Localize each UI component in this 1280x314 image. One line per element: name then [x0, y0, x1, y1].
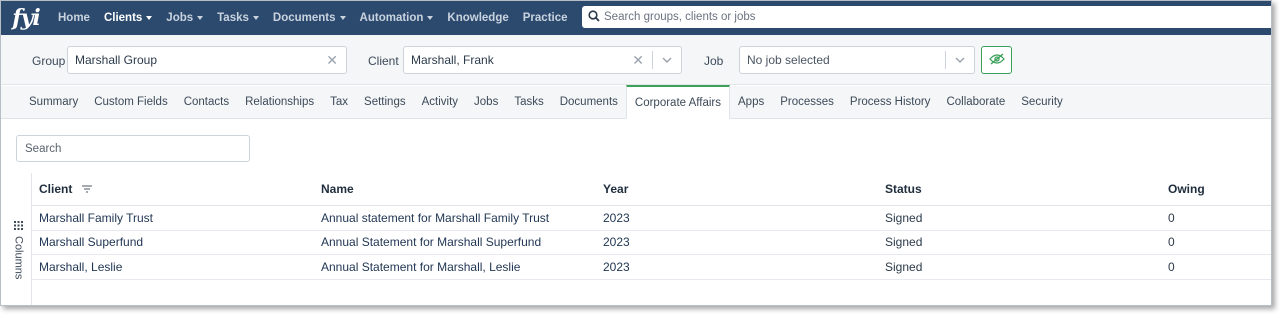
- table-row[interactable]: Marshall Family Trust Annual statement fo…: [32, 206, 1271, 231]
- cell-status: Signed: [885, 259, 923, 274]
- tab-settings[interactable]: Settings: [356, 86, 414, 118]
- caret-down-icon: [146, 16, 153, 20]
- cell-name[interactable]: Annual Statement for Marshall, Leslie: [321, 260, 520, 274]
- nav-item-label: Clients: [103, 12, 143, 24]
- group-value: Marshall Group: [75, 53, 158, 67]
- tab-tasks[interactable]: Tasks: [506, 86, 551, 118]
- nav-item-knowledge[interactable]: Knowledge: [440, 1, 515, 35]
- table-row[interactable]: Marshall Superfund Annual Statement for M…: [32, 231, 1271, 255]
- job-select[interactable]: No job selected: [739, 46, 975, 74]
- grid-icon: [14, 219, 23, 233]
- nav-item-tasks[interactable]: Tasks: [210, 1, 266, 35]
- table-body: Marshall Family Trust Annual statement fo…: [32, 206, 1271, 280]
- nav-item-jobs[interactable]: Jobs: [159, 1, 210, 35]
- client-label: Client: [368, 54, 399, 68]
- tab-contacts[interactable]: Contacts: [176, 86, 237, 118]
- job-value: No job selected: [747, 53, 830, 67]
- caret-down-icon: [197, 16, 204, 20]
- cell-client[interactable]: Marshall Superfund: [39, 235, 143, 249]
- corporate-affairs-table: Client Name Year Status Owing Marshall F…: [32, 173, 1271, 280]
- nav-item-documents[interactable]: Documents: [266, 1, 353, 35]
- header-client[interactable]: Client: [39, 182, 92, 197]
- nav-item-label: Practice: [522, 12, 568, 24]
- global-search[interactable]: [582, 6, 1271, 28]
- cell-status: Signed: [885, 235, 923, 250]
- cell-client[interactable]: Marshall, Leslie: [39, 260, 122, 274]
- chevron-down-icon[interactable]: [653, 57, 681, 63]
- tab-security[interactable]: Security: [1013, 86, 1071, 118]
- cell-year: 2023: [603, 210, 630, 225]
- tab-tax[interactable]: Tax: [322, 86, 356, 118]
- cell-year: 2023: [603, 235, 630, 250]
- tab-custom-fields[interactable]: Custom Fields: [86, 86, 176, 118]
- chevron-down-icon[interactable]: [946, 57, 974, 63]
- columns-panel-toggle[interactable]: Columns: [6, 173, 32, 305]
- nav-item-label: Knowledge: [447, 12, 509, 24]
- cell-name[interactable]: Annual statement for Marshall Family Tru…: [321, 211, 549, 225]
- tab-activity[interactable]: Activity: [414, 86, 466, 118]
- tab-summary[interactable]: Summary: [21, 86, 86, 118]
- client-value: Marshall, Frank: [411, 53, 494, 67]
- clear-client-icon[interactable]: ✕: [624, 52, 652, 69]
- caret-down-icon: [339, 16, 346, 20]
- cell-owing: 0: [1168, 210, 1175, 225]
- client-select[interactable]: Marshall, Frank ✕: [403, 46, 682, 74]
- nav-item-label: Documents: [272, 12, 336, 24]
- top-navigation-bar: fyi Home Clients Jobs Tasks Documents Automat…: [1, 1, 1271, 35]
- nav-item-label: Jobs: [166, 12, 194, 24]
- group-label: Group: [32, 54, 66, 68]
- tab-documents[interactable]: Documents: [552, 86, 626, 118]
- nav-item-label: Tasks: [217, 12, 249, 24]
- caret-down-icon: [252, 16, 259, 20]
- header-status[interactable]: Status: [885, 182, 922, 196]
- table-search-input[interactable]: [25, 142, 235, 155]
- app-window: fyi Home Clients Jobs Tasks Documents Automat…: [0, 0, 1272, 306]
- header-year[interactable]: Year: [603, 182, 628, 196]
- nav-item-label: Automation: [359, 12, 424, 24]
- job-label: Job: [704, 54, 724, 68]
- cell-year: 2023: [603, 259, 630, 274]
- nav-item-automation[interactable]: Automation: [353, 1, 441, 35]
- caret-down-icon: [427, 16, 434, 20]
- eye-off-icon: [988, 52, 1005, 68]
- fyi-logo[interactable]: fyi: [1, 1, 51, 35]
- context-selector-bar: Group Marshall Group ✕ Client Marshall, …: [1, 35, 1271, 85]
- global-search-input[interactable]: [604, 11, 1244, 23]
- tab-processes[interactable]: Processes: [772, 86, 842, 118]
- group-select[interactable]: Marshall Group ✕: [67, 46, 347, 74]
- cell-owing: 0: [1168, 259, 1175, 274]
- table-search[interactable]: [16, 135, 250, 162]
- tab-collaborate[interactable]: Collaborate: [938, 86, 1013, 118]
- nav-item-clients[interactable]: Clients: [97, 1, 159, 35]
- nav-item-home[interactable]: Home: [51, 1, 97, 35]
- toggle-visibility-button[interactable]: [981, 46, 1012, 74]
- cell-owing: 0: [1168, 235, 1175, 250]
- filter-icon[interactable]: [81, 182, 92, 196]
- nav-menu: Home Clients Jobs Tasks Documents Automation K…: [51, 1, 575, 35]
- tab-jobs[interactable]: Jobs: [466, 86, 506, 118]
- header-owing[interactable]: Owing: [1168, 182, 1205, 196]
- table-row[interactable]: Marshall, Leslie Annual Statement for Mar…: [32, 255, 1271, 280]
- header-name[interactable]: Name: [321, 182, 354, 196]
- tab-apps[interactable]: Apps: [730, 86, 772, 118]
- columns-label: Columns: [12, 236, 25, 280]
- nav-item-label: Home: [58, 12, 90, 24]
- nav-item-practice[interactable]: Practice: [516, 1, 575, 35]
- cell-client[interactable]: Marshall Family Trust: [39, 211, 153, 225]
- tab-relationships[interactable]: Relationships: [237, 86, 322, 118]
- client-tabs: Summary Custom Fields Contacts Relationship…: [1, 85, 1271, 119]
- tab-process-history[interactable]: Process History: [842, 86, 939, 118]
- tab-corporate-affairs[interactable]: Corporate Affairs: [625, 85, 730, 119]
- cell-status: Signed: [885, 210, 923, 225]
- cell-name[interactable]: Annual Statement for Marshall Superfund: [321, 235, 541, 249]
- search-icon: [588, 9, 600, 25]
- clear-group-icon[interactable]: ✕: [318, 52, 346, 69]
- table-header: Client Name Year Status Owing: [32, 173, 1271, 206]
